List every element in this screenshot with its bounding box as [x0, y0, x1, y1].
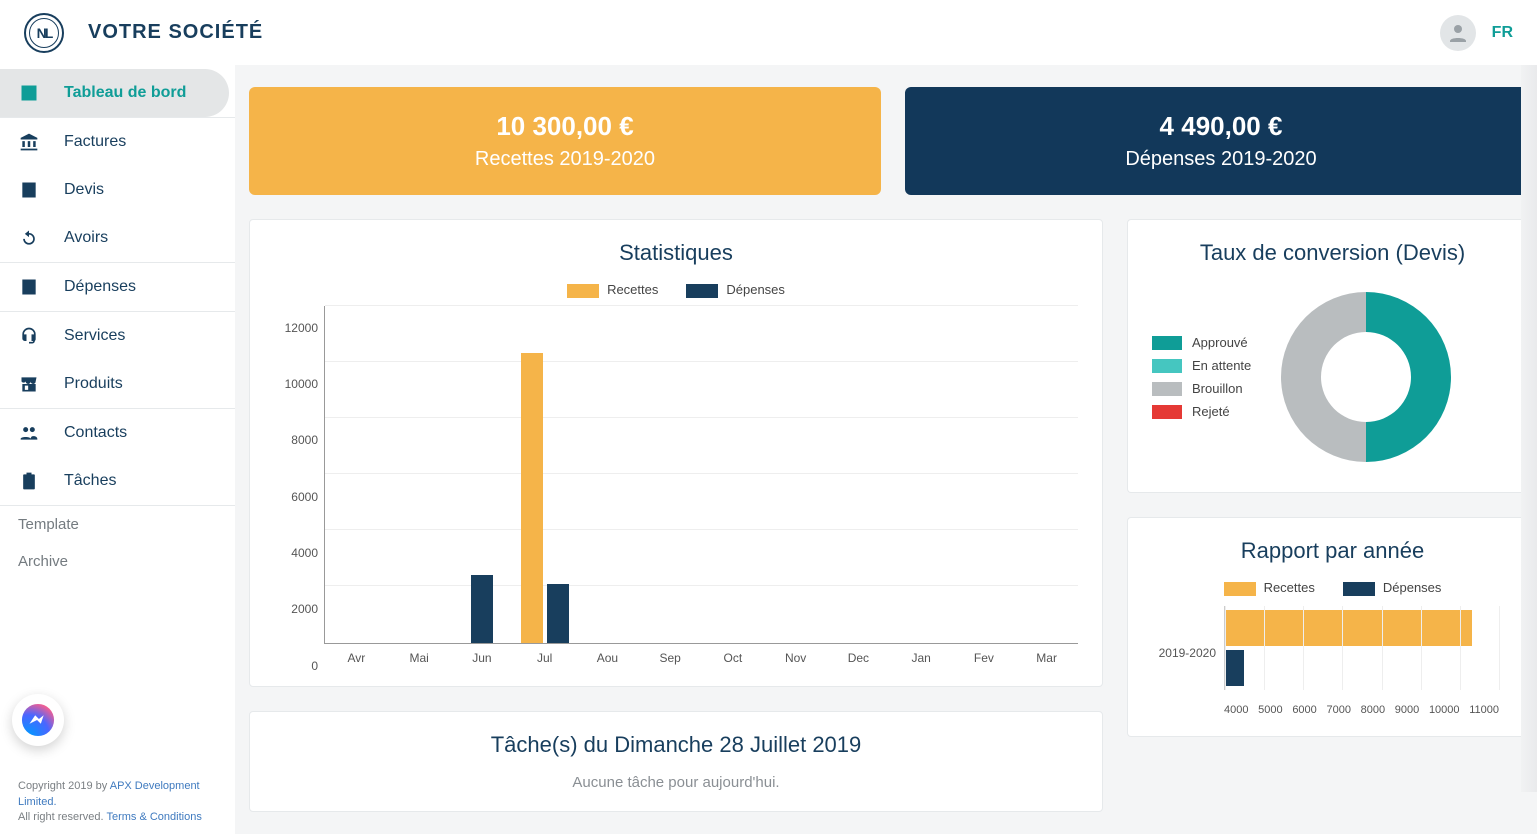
legend-draft[interactable]: Brouillon [1152, 381, 1251, 396]
dashboard-icon [18, 83, 40, 103]
statistics-title: Statistiques [274, 240, 1078, 266]
clipboard-icon [18, 471, 40, 491]
card-statistics: Statistiques Recettes Dépenses 020004000… [249, 219, 1103, 687]
sidebar-item-label: Devis [64, 181, 104, 199]
sidebar-item-dashboard[interactable]: Tableau de bord [0, 69, 229, 117]
sidebar-item-contacts[interactable]: Contacts [0, 409, 235, 457]
sidebar-item-label: Services [64, 327, 125, 345]
sidebar-item-tasks[interactable]: Tâches [0, 457, 235, 505]
sidebar-item-label: Contacts [64, 424, 127, 442]
sidebar-item-label: Tâches [64, 472, 116, 490]
footer-rights: All right reserved. [18, 811, 106, 823]
sidebar-footer: Copyright 2019 by APX Development Limite… [18, 779, 235, 825]
footer-terms-link[interactable]: Terms & Conditions [106, 811, 201, 823]
main-content: 10 300,00 € Recettes 2019-2020 4 490,00 … [235, 65, 1537, 834]
legend-revenue[interactable]: Recettes [567, 282, 658, 298]
card-tasks: Tâche(s) du Dimanche 28 Juillet 2019 Auc… [249, 711, 1103, 812]
headset-icon [18, 326, 40, 346]
bank-icon [18, 132, 40, 152]
conversion-donut [1271, 282, 1461, 472]
messenger-icon [21, 703, 55, 737]
app-header: NL VOTRE SOCIÉTÉ FR [0, 0, 1537, 65]
kpi-expense-caption: Dépenses 2019-2020 [925, 148, 1517, 171]
kpi-revenue-caption: Recettes 2019-2020 [269, 148, 861, 171]
tasks-empty-message: Aucune tâche pour aujourd'hui. [274, 774, 1078, 791]
legend-revenue-label: Recettes [607, 282, 658, 297]
store-icon [18, 374, 40, 394]
legend-rejected[interactable]: Rejeté [1152, 404, 1251, 419]
conversion-legend: Approuvé En attente Brouillon Rejeté [1152, 335, 1251, 419]
sidebar-item-products[interactable]: Produits [0, 360, 235, 408]
language-switch[interactable]: FR [1492, 24, 1513, 42]
sidebar-item-label: Avoirs [64, 229, 108, 247]
sidebar-item-invoices[interactable]: Factures [0, 118, 235, 166]
sidebar-item-template[interactable]: Template [0, 506, 235, 543]
footer-copyright: Copyright 2019 by [18, 780, 110, 792]
annual-chart: 2019-2020 400050006000700080009000100001… [1152, 606, 1513, 716]
statistics-chart: 020004000600080001000012000 AvrMaiJunJul… [274, 306, 1078, 666]
user-icon [1446, 21, 1470, 45]
user-avatar[interactable] [1440, 15, 1476, 51]
sidebar-item-quotes[interactable]: Devis [0, 166, 235, 214]
messenger-button[interactable] [12, 694, 64, 746]
annual-legend-revenue[interactable]: Recettes [1224, 580, 1315, 596]
people-icon [18, 423, 40, 443]
legend-approved[interactable]: Approuvé [1152, 335, 1251, 350]
list-icon [18, 180, 40, 200]
sidebar-item-label: Produits [64, 375, 123, 393]
legend-pending[interactable]: En attente [1152, 358, 1251, 373]
sidebar-item-label: Factures [64, 133, 126, 151]
refresh-icon [18, 228, 40, 248]
sidebar-item-expenses[interactable]: Dépenses [0, 263, 235, 311]
annual-legend-expense[interactable]: Dépenses [1343, 580, 1442, 596]
annual-title: Rapport par année [1152, 538, 1513, 564]
kpi-expense[interactable]: 4 490,00 € Dépenses 2019-2020 [905, 87, 1537, 195]
kpi-expense-amount: 4 490,00 € [925, 111, 1517, 142]
tasks-title: Tâche(s) du Dimanche 28 Juillet 2019 [274, 732, 1078, 758]
legend-pending-label: En attente [1192, 358, 1251, 373]
legend-approved-label: Approuvé [1192, 335, 1248, 350]
kpi-revenue[interactable]: 10 300,00 € Recettes 2019-2020 [249, 87, 881, 195]
app-logo-text: NL [37, 25, 52, 41]
kpi-revenue-amount: 10 300,00 € [269, 111, 861, 142]
legend-expense[interactable]: Dépenses [686, 282, 785, 298]
annual-legend: Recettes Dépenses [1152, 580, 1513, 596]
card-conversion: Taux de conversion (Devis) Approuvé En a… [1127, 219, 1537, 493]
card-annual-report: Rapport par année Recettes Dépenses 2019… [1127, 517, 1537, 737]
statistics-legend: Recettes Dépenses [274, 282, 1078, 298]
app-logo[interactable]: NL [24, 13, 64, 53]
legend-draft-label: Brouillon [1192, 381, 1243, 396]
annual-legend-expense-label: Dépenses [1383, 580, 1442, 595]
annual-y-label: 2019-2020 [1152, 646, 1216, 660]
company-name: VOTRE SOCIÉTÉ [88, 21, 263, 44]
sidebar-item-label: Dépenses [64, 278, 136, 296]
sidebar-item-label: Tableau de bord [64, 84, 186, 102]
sidebar-item-archive[interactable]: Archive [0, 543, 235, 580]
list-icon [18, 277, 40, 297]
legend-rejected-label: Rejeté [1192, 404, 1230, 419]
sidebar-item-services[interactable]: Services [0, 312, 235, 360]
annual-legend-revenue-label: Recettes [1264, 580, 1315, 595]
conversion-title: Taux de conversion (Devis) [1152, 240, 1513, 266]
legend-expense-label: Dépenses [726, 282, 785, 297]
sidebar-item-credits[interactable]: Avoirs [0, 214, 235, 262]
